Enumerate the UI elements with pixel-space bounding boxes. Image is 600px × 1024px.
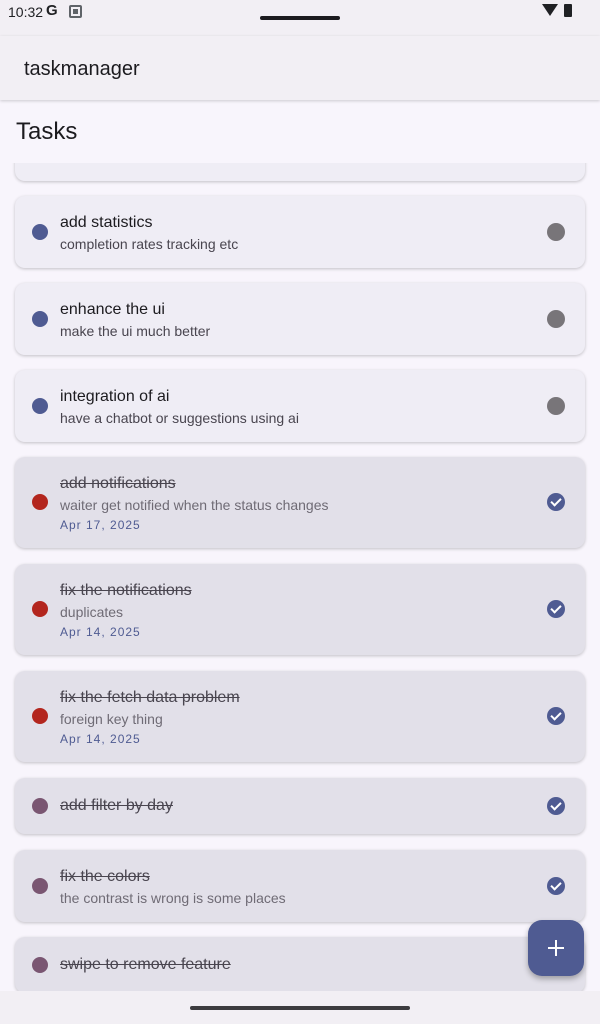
task-card[interactable]: swipe to remove feature [15, 937, 585, 991]
task-card[interactable] [15, 163, 585, 181]
app-title: taskmanager [24, 58, 140, 80]
status-time: 10:32 [8, 4, 44, 20]
status-toggle-icon[interactable] [547, 397, 565, 415]
task-card[interactable]: fix the colors the contrast is wrong is … [15, 850, 585, 922]
task-list-viewport[interactable]: add statistics completion rates tracking… [0, 163, 600, 991]
priority-dot [32, 798, 48, 814]
gesture-handle[interactable] [190, 1006, 410, 1010]
task-title: fix the fetch data problem [60, 689, 240, 706]
camera-notch [260, 16, 340, 20]
wifi-icon [542, 4, 558, 16]
priority-dot [32, 494, 48, 510]
task-description: make the ui much better [60, 323, 211, 339]
task-date: Apr 17, 2025 [60, 518, 141, 532]
task-description: have a chatbot or suggestions using ai [60, 410, 299, 426]
task-title: enhance the ui [60, 301, 165, 318]
check-circle-icon[interactable] [547, 600, 565, 618]
task-title: integration of ai [60, 388, 170, 405]
navigation-bar [0, 991, 600, 1024]
task-title: fix the colors [60, 868, 150, 885]
check-circle-icon[interactable] [547, 877, 565, 895]
task-card[interactable]: integration of ai have a chatbot or sugg… [15, 370, 585, 442]
task-card[interactable]: add filter by day [15, 778, 585, 834]
check-circle-icon[interactable] [547, 493, 565, 511]
priority-dot [32, 957, 48, 973]
check-circle-icon[interactable] [547, 797, 565, 815]
task-card[interactable]: add notifications waiter get notified wh… [15, 457, 585, 548]
task-title: swipe to remove feature [60, 956, 231, 973]
status-toggle-icon[interactable] [547, 223, 565, 241]
battery-icon [564, 4, 572, 17]
task-card[interactable]: enhance the ui make the ui much better [15, 283, 585, 355]
task-description: foreign key thing [60, 711, 163, 727]
task-card[interactable]: fix the fetch data problem foreign key t… [15, 671, 585, 762]
task-description: completion rates tracking etc [60, 236, 239, 252]
task-title: add filter by day [60, 797, 173, 814]
task-title: add notifications [60, 475, 176, 492]
screenshot-notification-icon [69, 5, 82, 18]
add-task-button[interactable] [528, 920, 584, 976]
priority-dot [32, 708, 48, 724]
task-description: duplicates [60, 604, 124, 620]
priority-dot [32, 601, 48, 617]
task-title: fix the notifications [60, 582, 192, 599]
check-circle-icon[interactable] [547, 707, 565, 725]
task-description: waiter get notified when the status chan… [60, 497, 329, 513]
priority-dot [32, 224, 48, 240]
page-title: Tasks [16, 118, 78, 145]
task-title: add statistics [60, 214, 153, 231]
task-card[interactable]: fix the notifications duplicates Apr 14,… [15, 564, 585, 655]
task-date: Apr 14, 2025 [60, 732, 141, 746]
app-bar: taskmanager [0, 36, 600, 100]
priority-dot [32, 398, 48, 414]
task-date: Apr 14, 2025 [60, 625, 141, 639]
status-bar: 10:32 G [0, 0, 600, 36]
task-description: the contrast is wrong is some places [60, 890, 286, 906]
priority-dot [32, 311, 48, 327]
task-card[interactable]: add statistics completion rates tracking… [15, 196, 585, 268]
priority-dot [32, 878, 48, 894]
google-icon: G [46, 2, 58, 19]
status-toggle-icon[interactable] [547, 310, 565, 328]
